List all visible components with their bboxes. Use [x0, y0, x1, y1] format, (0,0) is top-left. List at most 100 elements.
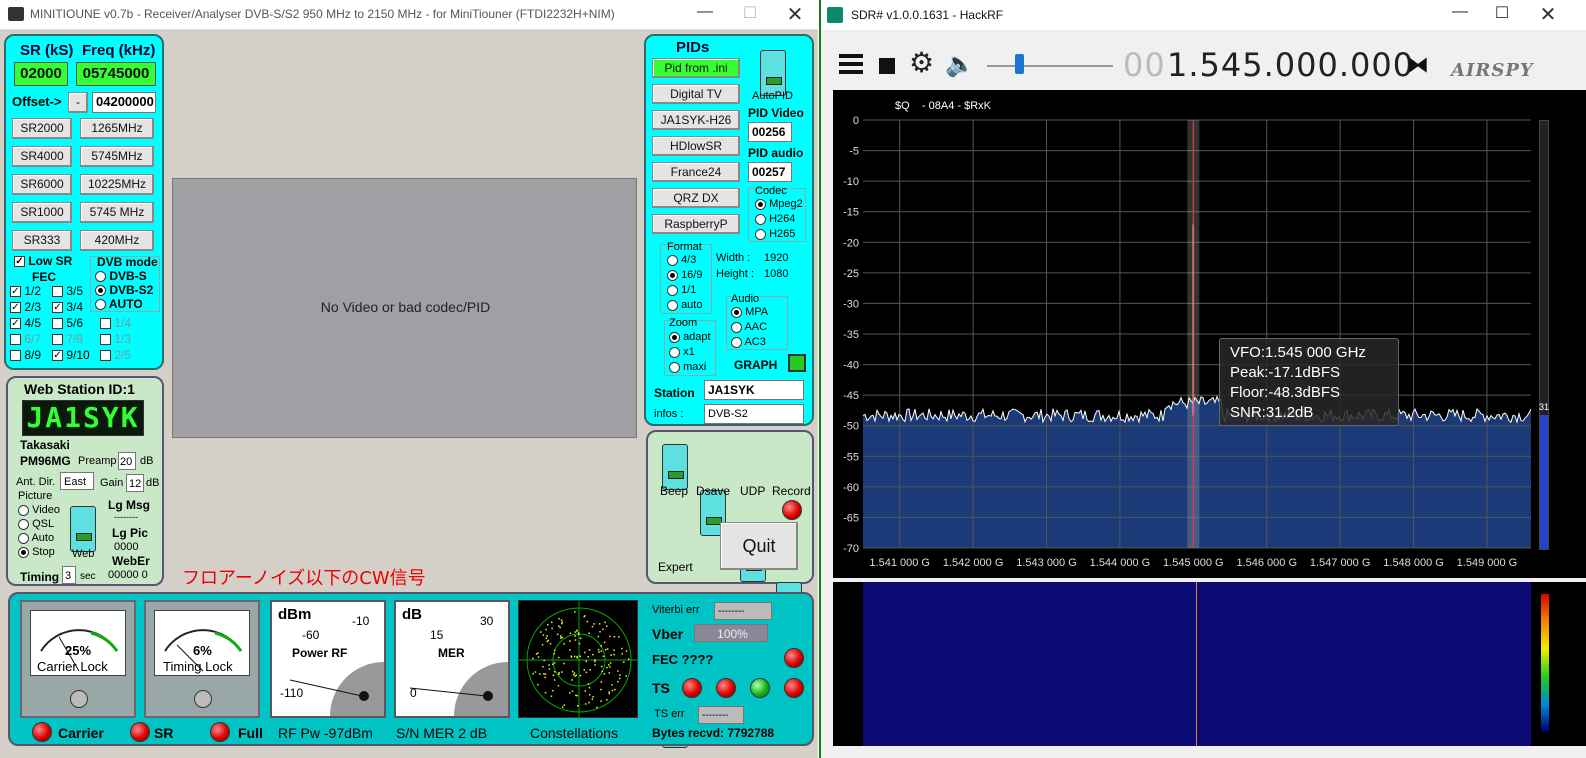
fec-2-5[interactable]: 2/5 [100, 348, 131, 362]
constellation-point [584, 651, 586, 654]
stop-icon[interactable] [879, 58, 895, 74]
freq-value[interactable]: 05745000 [76, 62, 156, 86]
mpeg2-radio[interactable]: Mpeg2 [755, 198, 803, 210]
tune-center-icon[interactable]: ⧓ [1407, 52, 1429, 78]
carrier-knob [70, 690, 88, 708]
dvb-s2-radio[interactable]: DVB-S2 [95, 283, 153, 297]
h265-radio[interactable]: H265 [755, 228, 795, 240]
ac3-radio[interactable]: AC3 [731, 336, 766, 348]
low-sr-checkbox[interactable]: ✓ Low SR [14, 254, 72, 268]
ja1syk-h26-button[interactable]: JA1SYK-H26 [652, 110, 740, 130]
sdr-maximize-icon[interactable]: ☐ [1487, 3, 1517, 23]
fec-9-10[interactable]: ✓ 9/10 [52, 348, 90, 362]
volume-slider[interactable] [987, 65, 1113, 67]
freq-420-button[interactable]: 420MHz [80, 230, 154, 251]
hdlowsr-button[interactable]: HDlowSR [652, 136, 740, 156]
sdr-minimize-icon[interactable]: — [1445, 3, 1475, 21]
maximize-icon[interactable]: ☐ [735, 3, 765, 23]
fec-7-8[interactable]: 7/8 [52, 332, 83, 346]
frequency-display[interactable]: 1.545.000.000 [1167, 46, 1414, 84]
sr2000-button[interactable]: SR2000 [12, 118, 72, 139]
preamp-input[interactable]: 20 [118, 452, 136, 470]
offset-input[interactable]: 04200000 [92, 92, 156, 113]
auto-pic-radio[interactable]: Auto [18, 532, 54, 544]
sdr-close-icon[interactable]: ✕ [1533, 2, 1563, 27]
video-radio[interactable]: Video [18, 504, 60, 516]
minimize-icon[interactable]: — [690, 3, 720, 21]
settings-gear-icon[interactable]: ⚙ [909, 48, 934, 78]
volume-slider-thumb[interactable] [1015, 54, 1024, 74]
fec-8-9[interactable]: 8/9 [10, 348, 41, 362]
zoom-adapt-radio[interactable]: adapt [669, 331, 711, 343]
lg-pic-label: Lg Pic [112, 526, 149, 540]
format-16-9-radio[interactable]: 16/9 [667, 269, 702, 281]
fec-3-5[interactable]: 3/5 [52, 284, 83, 298]
sr4000-button[interactable]: SR4000 [12, 146, 72, 167]
sr1000-button[interactable]: SR1000 [12, 202, 72, 223]
format-auto-radio[interactable]: auto [667, 299, 702, 311]
zoom-maxi-radio[interactable]: maxi [669, 361, 706, 373]
freq-5745b-button[interactable]: 5745 MHz [80, 202, 154, 223]
sr6000-button[interactable]: SR6000 [12, 174, 72, 195]
dvb-s-radio[interactable]: DVB-S [95, 269, 147, 283]
rf-power-readout: RF Pw -97dBm [278, 725, 373, 741]
constellation-point [534, 671, 537, 673]
sr-value[interactable]: 02000 [14, 62, 68, 86]
pid-audio-input[interactable]: 00257 [748, 162, 792, 182]
infos-input[interactable]: DVB-S2 [704, 404, 804, 424]
freq-10225-button[interactable]: 10225MHz [80, 174, 154, 195]
h264-label: H264 [769, 213, 796, 225]
fec-3-4[interactable]: ✓ 3/4 [52, 300, 83, 314]
format-4-3-radio[interactable]: 4/3 [667, 254, 696, 266]
france24-button[interactable]: France24 [652, 162, 740, 182]
level-bar-fill [1540, 415, 1548, 549]
mpa-radio[interactable]: MPA [731, 306, 768, 318]
raspberryp-button[interactable]: RaspberryP [652, 214, 740, 234]
ts-led-2-icon [716, 678, 736, 698]
fec-6-7[interactable]: 6/7 [10, 332, 41, 346]
graph-indicator[interactable] [788, 354, 806, 372]
menu-icon[interactable] [839, 54, 863, 58]
gain-input[interactable]: 12 [126, 474, 144, 492]
aac-radio[interactable]: AAC [731, 321, 767, 333]
qsl-radio[interactable]: QSL [18, 518, 54, 530]
record-led-icon [782, 500, 802, 520]
close-icon[interactable]: ✕ [780, 2, 810, 27]
fec-label-text: 6/7 [24, 332, 42, 346]
fec-1-3[interactable]: 1/3 [100, 332, 131, 346]
pid-audio-label: PID audio [748, 146, 804, 160]
spectrum-plot[interactable]: 0 -5 -10 -15 -20 -25 -30 -35 -40 -45 -50 -55 -60 -65 -… [833, 90, 1586, 578]
speaker-icon[interactable]: 🔈 [945, 50, 975, 79]
fec-5-6[interactable]: 5/6 [52, 316, 83, 330]
frequency-leading-zeros[interactable]: 00 [1123, 46, 1166, 84]
station-input[interactable]: JA1SYK [704, 380, 804, 400]
constellation-point [594, 664, 596, 666]
web-toggle-switch[interactable] [70, 506, 96, 552]
pid-video-input[interactable]: 00256 [748, 122, 792, 142]
constellation-point [551, 627, 553, 630]
stop-radio[interactable]: Stop [18, 546, 55, 558]
h264-radio[interactable]: H264 [755, 213, 795, 225]
digital-tv-button[interactable]: Digital TV [652, 84, 740, 104]
offset-sign-button[interactable]: - [68, 92, 88, 113]
zoom-x1-radio[interactable]: x1 [669, 346, 695, 358]
timing-input[interactable]: 3 [62, 566, 76, 584]
auto-radio[interactable]: AUTO [95, 297, 143, 311]
freq-5745-button[interactable]: 5745MHz [80, 146, 154, 167]
fec-2-3[interactable]: ✓ 2/3 [10, 300, 41, 314]
constellation-point [606, 648, 609, 650]
sr333-button[interactable]: SR333 [12, 230, 72, 251]
fec-1-4[interactable]: 1/4 [100, 316, 131, 330]
quit-button[interactable]: Quit [720, 522, 798, 570]
format-1-1-radio[interactable]: 1/1 [667, 284, 696, 296]
constellation-point [597, 649, 600, 651]
fec-4-5[interactable]: ✓ 4/5 [10, 316, 41, 330]
fec-led-icon [784, 648, 804, 668]
qrz-dx-button[interactable]: QRZ DX [652, 188, 740, 208]
waterfall-panel[interactable] [833, 582, 1586, 746]
freq-1265-button[interactable]: 1265MHz [80, 118, 154, 139]
ant-dir-input[interactable]: East [60, 472, 94, 490]
waterfall-display[interactable] [863, 582, 1531, 746]
pid-from-ini-button[interactable]: Pid from .ini [652, 58, 740, 78]
fec-1-2[interactable]: ✓ 1/2 [10, 284, 41, 298]
